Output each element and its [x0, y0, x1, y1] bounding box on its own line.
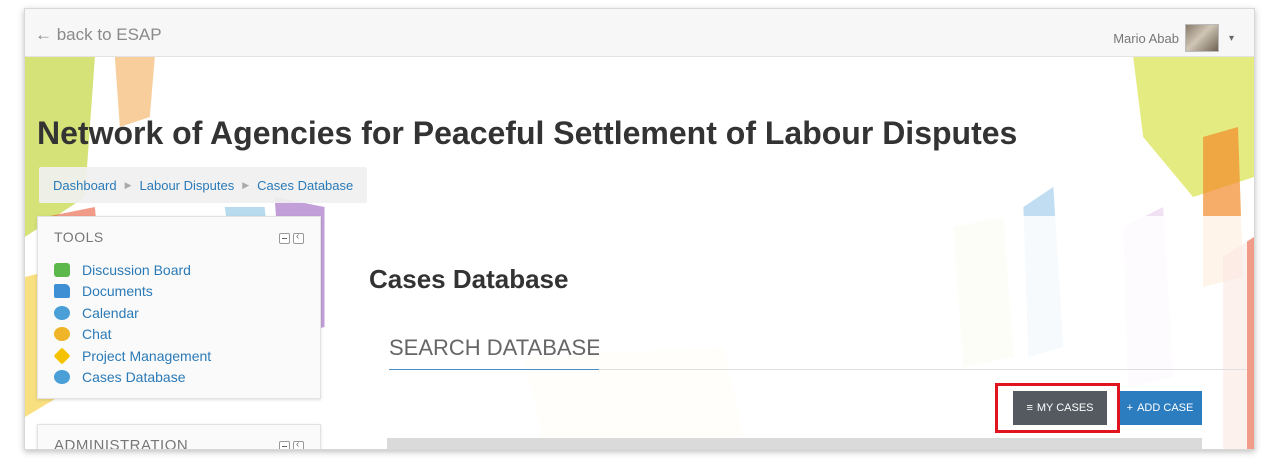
tool-label[interactable]: Calendar — [82, 305, 139, 321]
breadcrumb-labour-disputes[interactable]: Labour Disputes — [140, 178, 235, 193]
user-avatar[interactable] — [1184, 24, 1219, 52]
add-case-label: ADD CASE — [1137, 402, 1194, 414]
minimize-icon[interactable] — [279, 233, 290, 244]
search-database-input[interactable] — [389, 326, 599, 370]
dock-icon[interactable] — [293, 231, 304, 244]
user-menu[interactable]: Mario Abab ▾ — [1113, 24, 1234, 52]
cases-list-header — [387, 438, 1202, 449]
user-name[interactable]: Mario Abab — [1113, 31, 1179, 46]
user-menu-caret-icon[interactable]: ▾ — [1229, 33, 1234, 44]
breadcrumb: Dashboard ▶ Labour Disputes ▶ Cases Data… — [39, 167, 368, 203]
discussion-icon — [54, 262, 70, 277]
tool-documents[interactable]: Documents — [54, 281, 211, 303]
tool-label[interactable]: Cases Database — [82, 369, 186, 385]
tools-block-title: TOOLS — [54, 229, 104, 245]
browser-frame: ← back to ESAP Mario Abab ▾ Network of A… — [24, 8, 1255, 450]
tool-label[interactable]: Project Management — [82, 348, 211, 364]
folder-icon — [54, 284, 70, 299]
calendar-icon — [54, 305, 70, 320]
breadcrumb-cases-database[interactable]: Cases Database — [257, 178, 353, 193]
main-content: Cases Database ≡ MY CASES + ADD CASE — [345, 216, 1247, 449]
top-navbar: ← back to ESAP Mario Abab ▾ — [25, 9, 1254, 57]
plus-icon: + — [1126, 402, 1134, 414]
search-divider — [599, 369, 1247, 370]
breadcrumb-dashboard[interactable]: Dashboard — [53, 178, 117, 193]
back-to-esap-link[interactable]: ← back to ESAP — [35, 25, 162, 45]
page-title: Cases Database — [369, 264, 569, 294]
add-case-button[interactable]: + ADD CASE — [1118, 391, 1202, 425]
breadcrumb-separator-icon: ▶ — [242, 179, 250, 190]
tool-project-management[interactable]: Project Management — [53, 345, 211, 367]
tools-block-controls — [279, 231, 304, 244]
chat-icon — [54, 327, 70, 342]
highlight-box — [995, 383, 1120, 433]
site-title: Network of Agencies for Peaceful Settlem… — [37, 115, 1018, 151]
tool-chat[interactable]: Chat — [54, 324, 211, 346]
administration-block: ADMINISTRATION — [37, 424, 321, 450]
administration-block-controls — [279, 439, 304, 449]
tools-block: TOOLS Discussion Board Documents Calenda… — [37, 216, 321, 399]
minimize-icon[interactable] — [279, 441, 290, 449]
dock-icon[interactable] — [293, 439, 304, 449]
administration-block-title: ADMINISTRATION — [54, 437, 189, 450]
database-icon — [54, 370, 70, 385]
tool-label[interactable]: Discussion Board — [82, 262, 191, 278]
tool-calendar[interactable]: Calendar — [54, 302, 211, 324]
tool-label[interactable]: Chat — [82, 326, 112, 342]
breadcrumb-separator-icon: ▶ — [124, 179, 132, 190]
tool-label[interactable]: Documents — [82, 283, 153, 299]
tools-list: Discussion Board Documents Calendar Chat… — [53, 259, 211, 389]
tool-cases-database[interactable]: Cases Database — [54, 367, 211, 389]
project-icon — [53, 347, 71, 365]
tool-discussion-board[interactable]: Discussion Board — [54, 259, 211, 281]
